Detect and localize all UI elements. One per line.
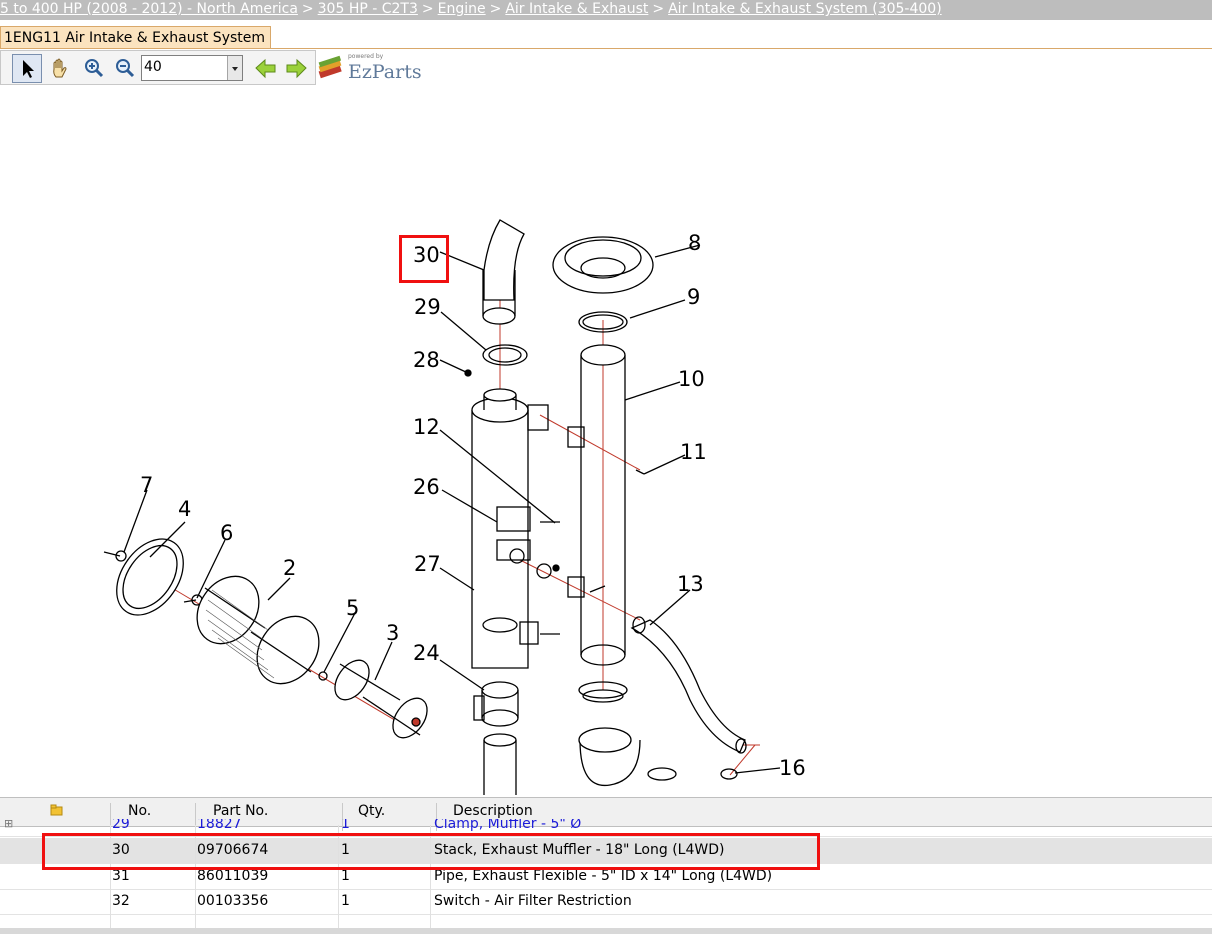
callout-4[interactable]: 4 <box>178 497 191 521</box>
highlighted-row-box <box>42 833 820 870</box>
folder-icon[interactable] <box>50 804 64 820</box>
zoom-level-select[interactable] <box>141 55 243 81</box>
callout-24[interactable]: 24 <box>413 641 440 665</box>
exploded-parts-diagram[interactable]: 30 8 29 9 28 10 12 11 26 7 4 6 2 27 13 5… <box>0 84 1212 795</box>
row-part-no: 00103356 <box>197 893 269 909</box>
breadcrumb-item-model[interactable]: 305 HP - C2T3 <box>318 1 418 17</box>
row-part-no: 18827 <box>197 819 242 832</box>
chevron-down-icon <box>232 67 238 71</box>
tab-divider <box>0 48 1212 49</box>
zoom-in-icon <box>85 59 104 78</box>
zoom-out-button[interactable] <box>110 54 140 83</box>
breadcrumb-item-air-intake[interactable]: Air Intake & Exhaust <box>505 1 648 17</box>
zoom-out-icon <box>116 59 135 78</box>
callout-10[interactable]: 10 <box>678 367 705 391</box>
arrow-pointer-icon <box>23 60 34 78</box>
pan-tool-button[interactable] <box>44 54 74 83</box>
highlighted-callout-box <box>399 235 449 283</box>
zoom-level-input[interactable] <box>144 58 224 76</box>
arrow-left-icon <box>255 58 276 79</box>
column-header-part-no[interactable]: Part No. <box>213 803 268 819</box>
horizontal-scrollbar[interactable] <box>0 928 1212 934</box>
arrow-right-icon <box>286 58 307 79</box>
powered-by-label: powered by <box>348 53 384 60</box>
parts-stack-icon <box>318 55 342 79</box>
callout-8[interactable]: 8 <box>688 231 701 255</box>
breadcrumb: 5 to 400 HP (2008 - 2012) - North Americ… <box>0 0 1212 20</box>
breadcrumb-separator: > <box>301 1 314 17</box>
breadcrumb-item-engine[interactable]: Engine <box>438 1 486 17</box>
forward-button[interactable] <box>281 54 311 83</box>
breadcrumb-separator: > <box>652 1 665 17</box>
brand-name: EzParts <box>348 61 422 83</box>
zoom-dropdown-button[interactable] <box>227 56 242 80</box>
callout-11[interactable]: 11 <box>680 440 707 464</box>
row-description: Clamp, Muffler - 5" Ø <box>434 819 582 832</box>
breadcrumb-separator: > <box>421 1 434 17</box>
row-part-no: 86011039 <box>197 868 269 884</box>
tab-diagram[interactable]: 1ENG11 Air Intake & Exhaust System <box>0 26 272 49</box>
row-qty: 1 <box>341 819 350 832</box>
expand-icon[interactable]: ⊞ <box>4 819 13 830</box>
breadcrumb-item-system[interactable]: Air Intake & Exhaust System (305-400) <box>668 1 942 17</box>
select-tool-button[interactable] <box>12 54 42 83</box>
callout-28[interactable]: 28 <box>413 348 440 372</box>
zoom-in-button[interactable] <box>79 54 109 83</box>
table-row[interactable]: 32 00103356 1 Switch - Air Filter Restri… <box>0 889 1212 915</box>
breadcrumb-separator: > <box>489 1 502 17</box>
callout-3[interactable]: 3 <box>386 621 399 645</box>
row-no: 32 <box>112 893 130 909</box>
column-header-no[interactable]: No. <box>128 803 151 819</box>
callout-27[interactable]: 27 <box>414 552 441 576</box>
callout-2[interactable]: 2 <box>283 556 296 580</box>
callout-16[interactable]: 16 <box>779 756 806 780</box>
back-button[interactable] <box>251 54 281 83</box>
row-no: 31 <box>112 868 130 884</box>
callout-6[interactable]: 6 <box>220 521 233 545</box>
row-qty: 1 <box>341 868 350 884</box>
row-no: 29 <box>112 819 130 832</box>
viewer-toolbar <box>0 50 316 85</box>
row-description: Switch - Air Filter Restriction <box>434 893 632 909</box>
callout-12[interactable]: 12 <box>413 415 440 439</box>
ezparts-logo: powered by EzParts <box>316 52 426 84</box>
callout-26[interactable]: 26 <box>413 475 440 499</box>
row-description: Pipe, Exhaust Flexible - 5" ID x 14" Lon… <box>434 868 773 884</box>
callout-13[interactable]: 13 <box>677 572 704 596</box>
breadcrumb-item-series[interactable]: 5 to 400 HP (2008 - 2012) - North Americ… <box>0 1 298 17</box>
row-qty: 1 <box>341 893 350 909</box>
column-header-description[interactable]: Description <box>453 803 533 819</box>
hand-icon <box>53 58 67 78</box>
column-header-qty[interactable]: Qty. <box>358 803 385 819</box>
callout-9[interactable]: 9 <box>687 285 700 309</box>
callout-7[interactable]: 7 <box>140 473 153 497</box>
callout-5[interactable]: 5 <box>346 596 359 620</box>
callout-29[interactable]: 29 <box>414 295 441 319</box>
